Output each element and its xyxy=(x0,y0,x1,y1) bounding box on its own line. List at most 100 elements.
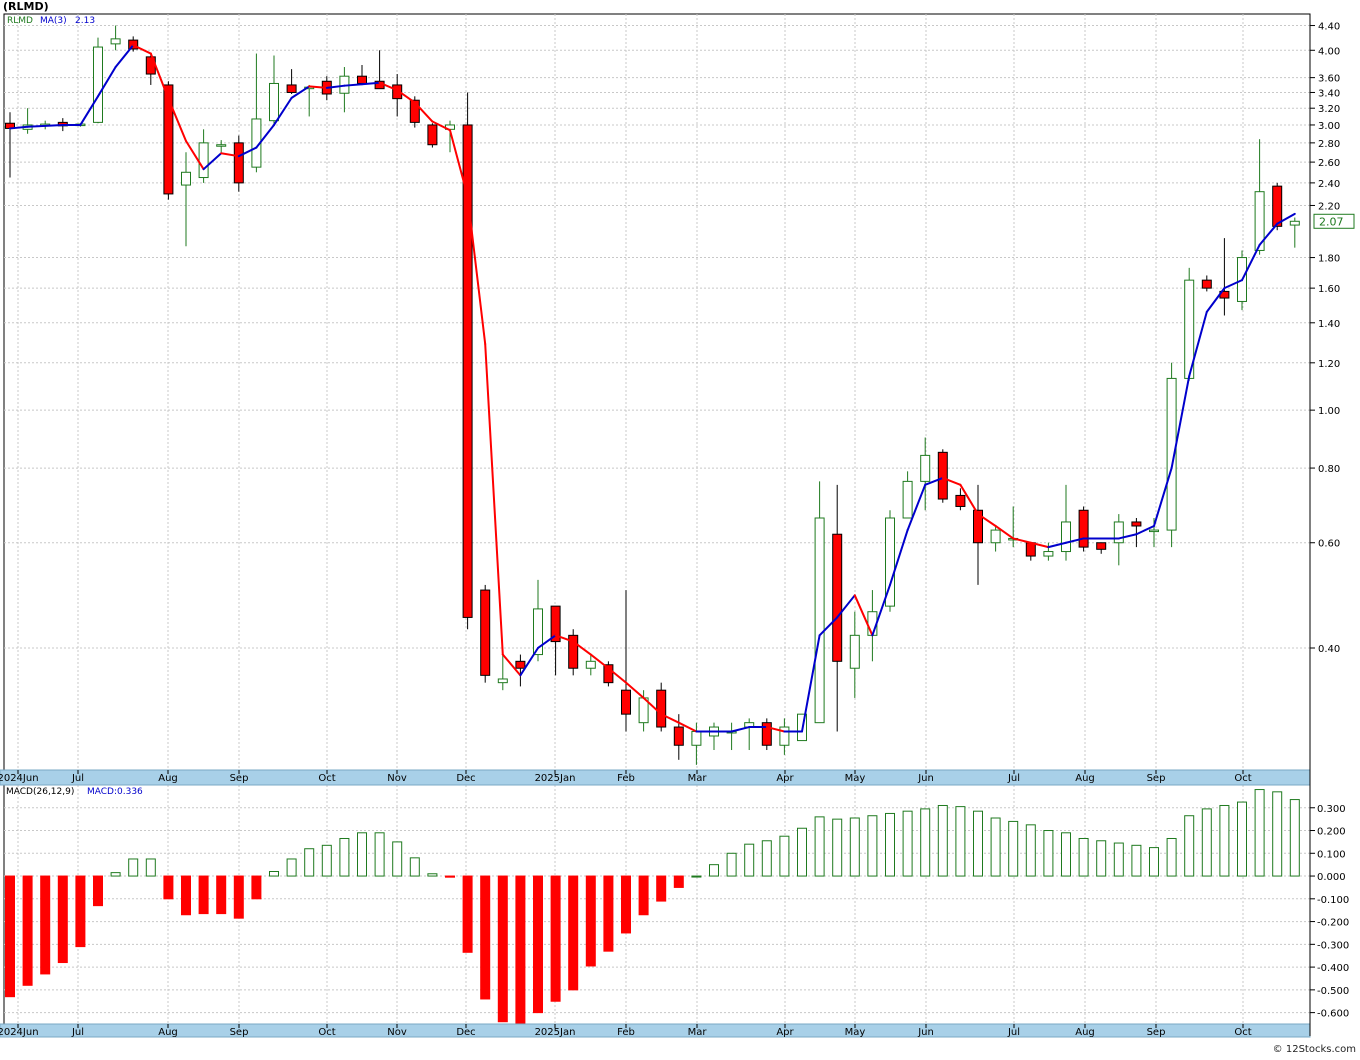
price-x-axis-tick-label: Sep xyxy=(1147,773,1166,784)
price-x-axis-tick-label: Sep xyxy=(230,773,249,784)
macd-bar xyxy=(832,818,843,877)
price-y-tick-label: 1.00 xyxy=(1318,406,1340,417)
price-x-axis-band xyxy=(0,769,1311,786)
macd-bar xyxy=(779,835,790,877)
macd-bar xyxy=(920,808,931,877)
price-y-tick-label: 1.80 xyxy=(1318,254,1340,265)
macd-bar xyxy=(1043,830,1054,877)
macd-bar xyxy=(22,875,33,986)
candle-body xyxy=(1113,521,1124,544)
macd-bar xyxy=(110,872,121,877)
price-y-tick-label: 2.20 xyxy=(1318,201,1340,212)
macd-bar xyxy=(761,840,772,877)
price-x-axis-tick-label: Mar xyxy=(688,773,708,784)
macd-bar xyxy=(937,804,948,877)
price-x-axis-tick-label: Feb xyxy=(617,773,635,784)
macd-bar xyxy=(515,875,526,1026)
macd-bar xyxy=(744,843,755,877)
macd-y-tick-label: -0.300 xyxy=(1317,940,1349,951)
legend-ma-value: 2.13 xyxy=(75,16,96,26)
macd-bar xyxy=(568,875,579,991)
macd-x-axis-tick-label: Feb xyxy=(617,1027,635,1038)
macd-bar xyxy=(57,875,68,964)
legend-ma-label: MA(3) xyxy=(40,16,67,26)
macd-bar xyxy=(163,875,174,900)
macd-bar xyxy=(462,875,473,953)
macd-x-axis-tick-label: May xyxy=(845,1027,866,1038)
macd-bar xyxy=(145,858,156,877)
candle-body xyxy=(110,38,121,45)
ma3-segment xyxy=(44,123,64,127)
macd-y-tick-label: -0.400 xyxy=(1317,963,1349,974)
macd-bar xyxy=(1184,815,1195,877)
macd-bar xyxy=(1113,842,1124,877)
macd-bar xyxy=(1237,801,1247,877)
chart-title: (RLMD) xyxy=(3,0,49,13)
macd-bar xyxy=(304,848,315,877)
macd-bar xyxy=(849,817,860,877)
macd-x-axis-tick-label: 2025Jan xyxy=(535,1027,576,1038)
macd-x-axis-tick-label: Aug xyxy=(158,1027,178,1038)
price-y-tick-label: 0.80 xyxy=(1318,464,1340,475)
macd-bar xyxy=(814,816,825,877)
macd-bar xyxy=(709,864,719,877)
macd-bar xyxy=(233,875,244,919)
price-y-tick-label: 2.60 xyxy=(1318,158,1340,169)
price-y-tick-label: 3.40 xyxy=(1318,88,1340,99)
credit-text: © 12Stocks.com xyxy=(1272,1044,1356,1055)
candle-body xyxy=(955,494,966,507)
candle-body xyxy=(1131,521,1142,527)
price-y-tick-label: 1.60 xyxy=(1318,284,1340,295)
candle-body xyxy=(990,529,1001,544)
macd-bar xyxy=(603,875,614,952)
macd-x-axis-tick-label: Oct xyxy=(1234,1027,1251,1038)
price-x-axis-tick-label: Jun xyxy=(917,773,934,784)
macd-bar xyxy=(409,857,420,877)
candle-body xyxy=(902,480,913,519)
candle-body xyxy=(1043,551,1054,557)
price-y-tick-label: 3.00 xyxy=(1318,121,1340,132)
price-x-axis-tick-label: Dec xyxy=(456,773,475,784)
macd-bar xyxy=(269,870,279,877)
macd-bar xyxy=(955,806,966,877)
candle-body xyxy=(621,689,631,715)
candle-body xyxy=(93,46,103,123)
chart-stage: 4.40 4.00 3.60 3.40 3.20 3.00 2.80 2.60 2.40 2.20… xyxy=(0,0,1360,1056)
price-y-tick-label: 0.60 xyxy=(1318,539,1340,550)
candle-body xyxy=(849,634,860,669)
price-x-axis-tick-label: Oct xyxy=(318,773,335,784)
candle-body xyxy=(427,124,438,146)
macd-bar xyxy=(286,858,297,877)
candle-body xyxy=(937,451,948,500)
price-x-axis-tick-label: 2024Jun xyxy=(0,773,39,784)
macd-bar xyxy=(1254,789,1265,877)
macd-x-axis-tick-label: Dec xyxy=(456,1027,475,1038)
candle-body xyxy=(1201,279,1212,289)
macd-bar xyxy=(1289,799,1300,877)
price-x-axis-tick-label: Nov xyxy=(387,773,407,784)
macd-bar xyxy=(1272,791,1283,877)
macd-bar xyxy=(445,875,455,878)
macd-x-axis-tick-label: Sep xyxy=(230,1027,249,1038)
macd-bar xyxy=(867,815,878,877)
macd-x-axis-tick-label: Nov xyxy=(387,1027,407,1038)
price-y-tick-label: 2.80 xyxy=(1318,139,1340,150)
macd-x-axis-tick-label: Mar xyxy=(688,1027,708,1038)
candle-body xyxy=(357,75,367,84)
price-x-axis-tick-label: May xyxy=(845,773,866,784)
macd-bar xyxy=(797,827,807,877)
macd-x-axis-band xyxy=(0,1023,1311,1038)
macd-y-tick-label: -0.100 xyxy=(1317,895,1349,906)
candle-body xyxy=(181,171,191,186)
macd-bar xyxy=(902,810,913,877)
chart-svg: 4.40 4.00 3.60 3.40 3.20 3.00 2.80 2.60 2.40 2.20… xyxy=(0,13,1355,1038)
macd-bar xyxy=(638,875,649,916)
price-x-axis-tick-label: Jul xyxy=(1007,773,1020,784)
macd-y-tick-label: -0.500 xyxy=(1317,986,1349,997)
macd-bar xyxy=(251,875,262,900)
candle-body xyxy=(673,726,684,746)
price-y-tick-label: 2.40 xyxy=(1318,179,1340,190)
macd-y-tick-label: -0.200 xyxy=(1317,918,1349,929)
macd-bar xyxy=(181,875,191,916)
macd-bar xyxy=(339,837,350,877)
